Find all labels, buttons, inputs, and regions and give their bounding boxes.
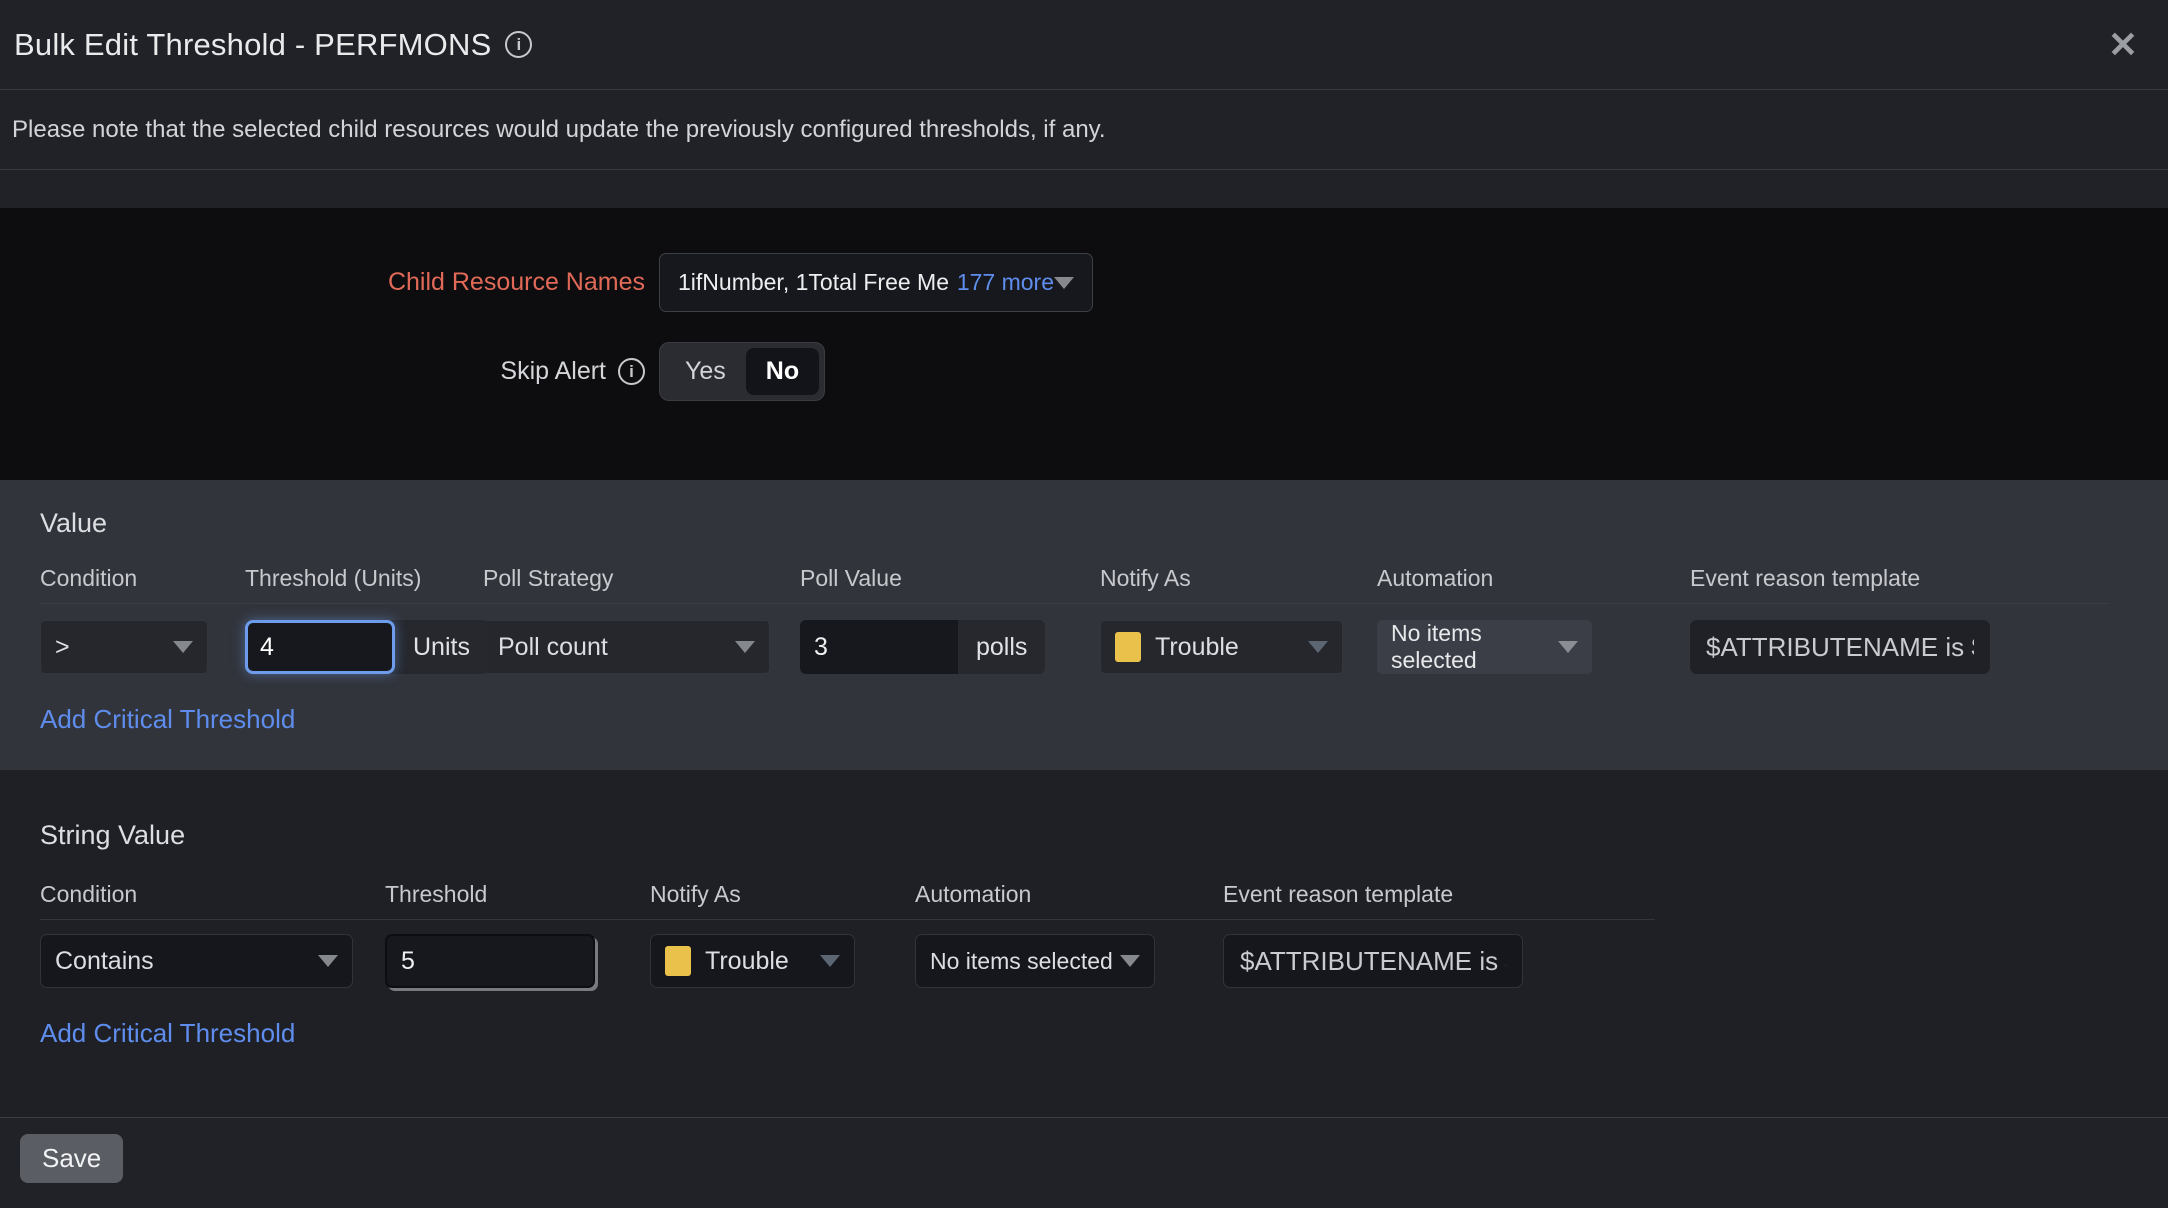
save-button[interactable]: Save [20, 1134, 123, 1183]
trouble-color-swatch [665, 946, 691, 976]
child-resource-label: Child Resource Names [0, 268, 645, 297]
column-header-notify-as: Notify As [1100, 565, 1377, 592]
string-threshold-row: Contains Trouble No items selected [40, 934, 2168, 988]
column-header-poll-strategy: Poll Strategy [483, 565, 800, 592]
column-header-condition: Condition [40, 881, 385, 908]
modal-header: Bulk Edit Threshold - PERFMONS i ✕ [0, 0, 2168, 90]
info-icon[interactable]: i [618, 358, 645, 385]
skip-alert-no-option[interactable]: No [746, 348, 819, 395]
column-header-poll-value: Poll Value [800, 565, 1100, 592]
notice-bar: Please note that the selected child reso… [0, 90, 2168, 170]
value-threshold-row: > Units Poll count polls Tr [40, 620, 2168, 674]
chevron-down-icon [820, 955, 840, 967]
page-title-text: Bulk Edit Threshold - PERFMONS [14, 27, 491, 63]
automation-select[interactable]: No items selected [1377, 620, 1592, 674]
modal-footer: Save [0, 1117, 2168, 1208]
chevron-down-icon [1558, 641, 1578, 653]
string-section-title: String Value [40, 820, 2168, 851]
skip-alert-yes-option[interactable]: Yes [665, 357, 746, 386]
notice-text: Please note that the selected child reso… [12, 116, 1106, 144]
string-threshold-input[interactable] [385, 934, 595, 988]
notify-as-select[interactable]: Trouble [1100, 620, 1343, 674]
child-resource-row: Child Resource Names 1ifNumber, 1Total F… [0, 253, 2168, 312]
page-title: Bulk Edit Threshold - PERFMONS i [14, 27, 532, 63]
spacer-band [0, 170, 2168, 208]
column-header-event-reason: Event reason template [1690, 565, 2000, 592]
chevron-down-icon [173, 641, 193, 653]
value-section-title: Value [40, 508, 2168, 539]
column-header-condition: Condition [40, 565, 245, 592]
notify-as-value: Trouble [1155, 633, 1239, 662]
string-event-reason-input[interactable] [1223, 934, 1523, 988]
chevron-down-icon [1308, 641, 1328, 653]
condition-value: > [55, 633, 70, 662]
threshold-unit-suffix: Units [389, 620, 488, 674]
close-icon[interactable]: ✕ [2108, 27, 2138, 63]
skip-alert-row: Skip Alert i Yes No [0, 342, 2168, 401]
chevron-down-icon [1054, 277, 1074, 289]
poll-unit-suffix: polls [958, 620, 1045, 674]
string-condition-value: Contains [55, 947, 154, 976]
add-critical-threshold-link[interactable]: Add Critical Threshold [40, 1018, 295, 1049]
column-header-event-reason: Event reason template [1223, 881, 1533, 908]
top-form-section: Child Resource Names 1ifNumber, 1Total F… [0, 208, 2168, 480]
more-resources-link[interactable]: 177 more [957, 269, 1054, 296]
condition-select[interactable]: > [40, 620, 208, 674]
child-resource-value: 1ifNumber, 1Total Free Memory, 900, B... [678, 269, 949, 296]
trouble-color-swatch [1115, 632, 1141, 662]
skip-alert-toggle: Yes No [659, 342, 825, 401]
automation-value: No items selected [1391, 620, 1546, 674]
poll-strategy-select[interactable]: Poll count [483, 620, 770, 674]
column-header-threshold: Threshold [385, 881, 650, 908]
event-reason-input[interactable] [1690, 620, 1990, 674]
info-icon[interactable]: i [505, 31, 532, 58]
child-resource-dropdown[interactable]: 1ifNumber, 1Total Free Memory, 900, B...… [659, 253, 1093, 312]
column-header-notify-as: Notify As [650, 881, 915, 908]
string-automation-value: No items selected [930, 948, 1113, 975]
add-critical-threshold-link[interactable]: Add Critical Threshold [40, 704, 295, 735]
column-header-automation: Automation [915, 881, 1223, 908]
chevron-down-icon [318, 955, 338, 967]
string-value-section: String Value Condition Threshold Notify … [0, 770, 2168, 1117]
value-column-headers: Condition Threshold (Units) Poll Strateg… [40, 565, 2108, 604]
threshold-input[interactable] [245, 620, 395, 674]
poll-strategy-value: Poll count [498, 633, 608, 662]
string-condition-select[interactable]: Contains [40, 934, 353, 988]
chevron-down-icon [735, 641, 755, 653]
poll-value-input[interactable] [800, 620, 958, 674]
string-notify-as-select[interactable]: Trouble [650, 934, 855, 988]
skip-alert-label: Skip Alert [500, 357, 606, 386]
string-automation-select[interactable]: No items selected [915, 934, 1155, 988]
string-notify-as-value: Trouble [705, 947, 789, 976]
value-section: Value Condition Threshold (Units) Poll S… [0, 480, 2168, 770]
column-header-threshold-units: Threshold (Units) [245, 565, 483, 592]
chevron-down-icon [1120, 955, 1140, 967]
string-column-headers: Condition Threshold Notify As Automation… [40, 881, 1655, 920]
column-header-automation: Automation [1377, 565, 1690, 592]
